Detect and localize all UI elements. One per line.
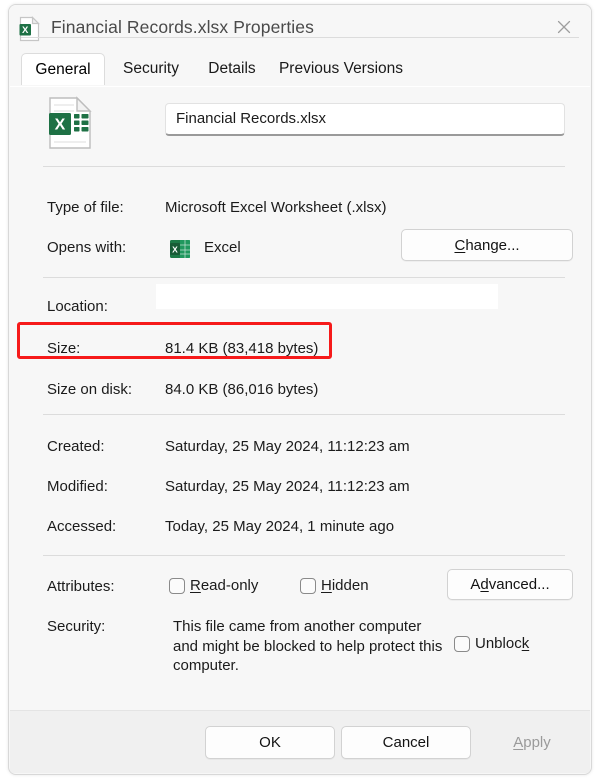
modified-label: Modified: [47,478,108,495]
size-on-disk-label: Size on disk: [47,381,133,398]
created-value: Saturday, 25 May 2024, 11:12:23 am [165,438,410,455]
accessed-value: Today, 25 May 2024, 1 minute ago [165,518,395,535]
accessed-label: Accessed: [47,518,117,535]
tab-security-label: Security [123,60,179,77]
title-bar: X Financial Records.xlsx Properties [9,5,591,53]
size-value: 81.4 KB (83,418 bytes) [165,340,319,357]
ok-button[interactable]: OK [205,726,335,759]
properties-dialog: X Financial Records.xlsx Properties Gene… [8,4,592,775]
separator-3 [43,414,565,415]
created-label: Created: [47,438,105,455]
tab-previous-versions[interactable]: Previous Versions [271,53,411,85]
hidden-label: Hidden [321,577,369,594]
separator-4 [43,555,565,556]
window-title: Financial Records.xlsx Properties [51,17,314,37]
tab-strip: General Security Details Previous Versio… [21,53,591,85]
checkbox-box [169,577,185,594]
type-of-file-value: Microsoft Excel Worksheet (.xlsx) [165,199,387,216]
file-name-value: Financial Records.xlsx [176,110,327,127]
tab-general[interactable]: General [21,53,105,85]
hidden-checkbox[interactable]: Hidden [300,577,369,594]
apply-button: Apply [477,726,587,759]
unblock-label: Unblock [475,635,530,652]
svg-text:X: X [55,117,66,134]
security-message: This file came from another computer and… [173,618,443,674]
cancel-button[interactable]: Cancel [341,726,471,759]
excel-document-icon: X [46,96,94,150]
cancel-button-label: Cancel [382,734,430,751]
general-tab-panel: X Financial Records.xlsx Type of file: M… [10,86,590,711]
dialog-footer: OK Cancel Apply [10,710,590,773]
excel-app-icon: X [169,238,191,260]
readonly-checkbox[interactable]: Read-only [169,577,258,594]
tab-details-label: Details [208,60,256,77]
opens-with-value: Excel [204,239,241,256]
excel-document-icon: X [18,16,42,42]
close-icon[interactable] [543,9,585,45]
change-button-label: Change... [454,236,520,254]
svg-text:X: X [172,245,178,255]
tab-previous-versions-label: Previous Versions [278,60,404,77]
tab-details[interactable]: Details [197,53,267,85]
separator-2 [43,277,565,278]
security-label: Security: [47,618,106,635]
opens-with-label: Opens with: [47,239,127,256]
ok-button-label: OK [259,734,281,751]
file-name-input[interactable]: Financial Records.xlsx [165,103,565,136]
modified-value: Saturday, 25 May 2024, 11:12:23 am [165,478,410,495]
tab-general-label: General [35,60,91,78]
attributes-label: Attributes: [47,578,115,595]
change-button[interactable]: Change... [401,229,573,261]
unblock-checkbox[interactable]: Unblock [454,635,529,652]
location-label: Location: [47,298,108,315]
advanced-button[interactable]: Advanced... [447,569,573,600]
svg-text:X: X [22,25,29,36]
tab-underline [21,37,579,38]
location-value [156,284,498,309]
readonly-label: Read-only [190,577,259,594]
tab-security[interactable]: Security [111,53,191,85]
advanced-button-label: Advanced... [470,576,550,593]
type-of-file-label: Type of file: [47,199,124,216]
checkbox-box [454,635,470,652]
size-on-disk-value: 84.0 KB (86,016 bytes) [165,381,319,398]
separator-1 [43,166,565,167]
apply-button-label: Apply [513,734,551,751]
checkbox-box [300,577,316,594]
size-label: Size: [47,340,81,357]
